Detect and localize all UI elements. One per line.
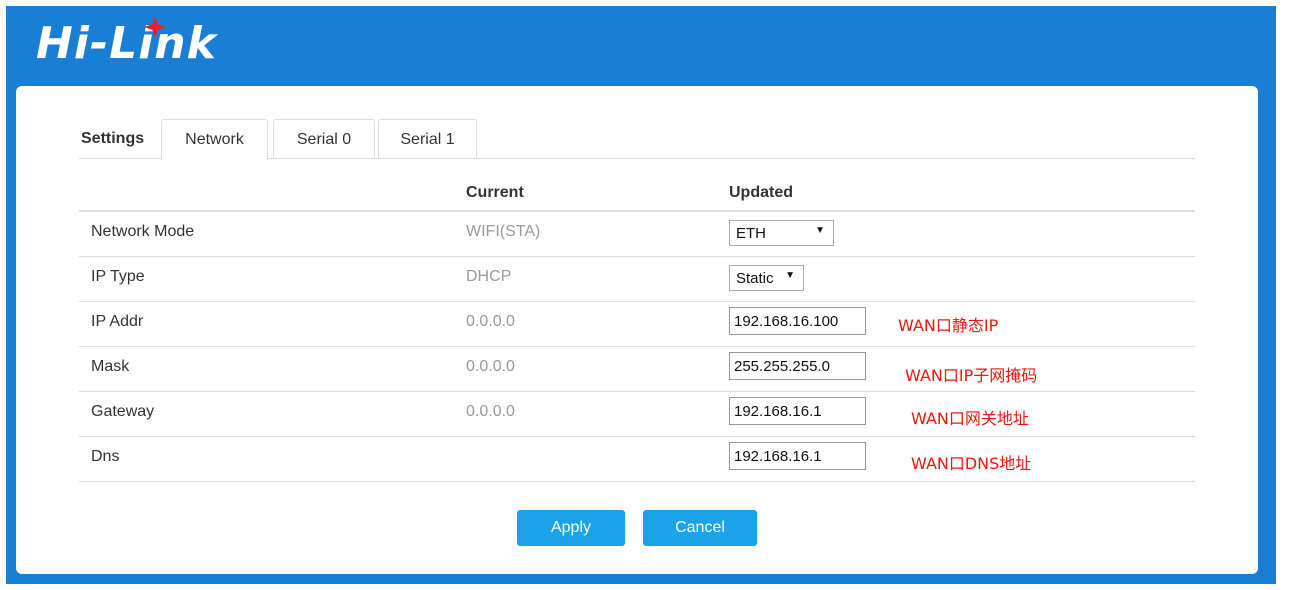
header-updated: Updated bbox=[729, 184, 793, 201]
tab-network[interactable]: Network bbox=[161, 119, 268, 160]
ip-type-value: Static bbox=[736, 270, 774, 287]
dropdown-arrow-icon: ▼ bbox=[815, 225, 825, 236]
tab-bar: Settings Network Serial 0 Serial 1 bbox=[79, 119, 1195, 160]
row-mask: Mask 0.0.0.0 WAN口IP子网掩码 bbox=[79, 347, 1195, 392]
ip-addr-input[interactable] bbox=[729, 307, 866, 335]
dropdown-arrow-icon: ▼ bbox=[785, 270, 795, 281]
dns-annotation: WAN口DNS地址 bbox=[911, 454, 1032, 473]
ip-type-select[interactable]: Static ▼ bbox=[729, 265, 804, 291]
network-mode-select[interactable]: ETH ▼ bbox=[729, 220, 834, 246]
tab-serial-0[interactable]: Serial 0 bbox=[273, 119, 375, 158]
row-network-mode: Network Mode WIFI(STA) ETH ▼ bbox=[79, 212, 1195, 257]
ip-type-current: DHCP bbox=[466, 268, 512, 285]
tab-serial-1[interactable]: Serial 1 bbox=[378, 119, 477, 158]
mask-input[interactable] bbox=[729, 352, 866, 380]
ip-addr-label: IP Addr bbox=[91, 313, 144, 330]
mask-annotation: WAN口IP子网掩码 bbox=[905, 366, 1038, 385]
settings-panel: Settings Network Serial 0 Serial 1 Curre… bbox=[16, 86, 1258, 574]
hi-link-logo: Hi-Link bbox=[36, 16, 256, 72]
row-ip-type: IP Type DHCP Static ▼ bbox=[79, 257, 1195, 302]
network-mode-label: Network Mode bbox=[91, 223, 195, 240]
ip-type-label: IP Type bbox=[91, 268, 145, 285]
star-icon bbox=[144, 16, 166, 38]
app-frame: Hi-Link Settings Network Serial 0 Serial… bbox=[6, 6, 1276, 584]
settings-section-label: Settings bbox=[81, 130, 145, 147]
network-mode-value: ETH bbox=[736, 225, 766, 242]
dns-label: Dns bbox=[91, 448, 120, 465]
gateway-current: 0.0.0.0 bbox=[466, 403, 515, 420]
network-mode-current: WIFI(STA) bbox=[466, 223, 541, 240]
mask-label: Mask bbox=[91, 358, 130, 375]
cancel-button[interactable]: Cancel bbox=[643, 510, 757, 546]
row-dns: Dns WAN口DNS地址 bbox=[79, 437, 1195, 482]
gateway-label: Gateway bbox=[91, 403, 155, 420]
row-gateway: Gateway 0.0.0.0 WAN口网关地址 bbox=[79, 392, 1195, 437]
header-current: Current bbox=[466, 184, 524, 201]
row-ip-addr: IP Addr 0.0.0.0 WAN口静态IP bbox=[79, 302, 1195, 347]
network-settings-table: Current Updated Network Mode WIFI(STA) E… bbox=[79, 180, 1195, 482]
table-header: Current Updated bbox=[79, 180, 1195, 212]
dns-input[interactable] bbox=[729, 442, 866, 470]
gateway-input[interactable] bbox=[729, 397, 866, 425]
logo-text: Hi-Link bbox=[36, 18, 217, 69]
mask-current: 0.0.0.0 bbox=[466, 358, 515, 375]
ip-addr-annotation: WAN口静态IP bbox=[898, 316, 999, 335]
apply-button[interactable]: Apply bbox=[517, 510, 625, 546]
gateway-annotation: WAN口网关地址 bbox=[911, 409, 1029, 428]
ip-addr-current: 0.0.0.0 bbox=[466, 313, 515, 330]
